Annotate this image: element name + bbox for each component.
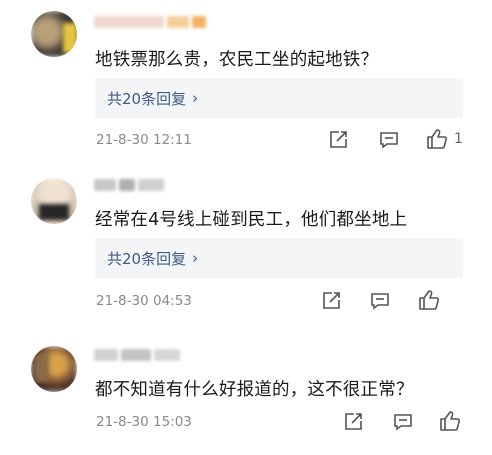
comment-timestamp: 21-8-30 15:03: [96, 414, 192, 430]
chevron-right-icon: ›: [192, 249, 199, 267]
share-icon[interactable]: [320, 290, 342, 312]
comment-text: 地铁票那么贵，农民工坐的起地铁？: [95, 50, 379, 70]
comment-text: 都不知道有什么好报道的，这不很正常？: [95, 380, 414, 400]
username[interactable]: [94, 178, 164, 192]
view-replies-button[interactable]: 共20条回复 ›: [95, 78, 463, 118]
comment-timestamp: 21-8-30 12:11: [96, 132, 192, 148]
comment-icon[interactable]: [378, 129, 400, 151]
reply-count-label: 共20条回复: [107, 89, 187, 108]
comment-text: 经常在4号线上碰到民工，他们都坐地上: [95, 210, 408, 230]
reply-count-label: 共20条回复: [107, 249, 187, 268]
like-icon[interactable]: [439, 410, 461, 432]
view-replies-button[interactable]: 共20条回复 ›: [95, 238, 463, 278]
username[interactable]: [94, 15, 206, 29]
share-icon[interactable]: [342, 411, 364, 433]
like-count: 1: [454, 131, 463, 147]
avatar[interactable]: [31, 178, 77, 224]
share-icon[interactable]: [327, 129, 349, 151]
avatar[interactable]: [31, 11, 77, 57]
like-icon[interactable]: [426, 128, 448, 150]
username[interactable]: [94, 348, 180, 362]
comment-item: 经常在4号线上碰到民工，他们都坐地上 共20条回复 › 21-8-30 04:5…: [0, 160, 492, 320]
comment-icon[interactable]: [392, 411, 414, 433]
avatar[interactable]: [31, 346, 77, 392]
comment-icon[interactable]: [369, 290, 391, 312]
comment-item: 地铁票那么贵，农民工坐的起地铁？ 共20条回复 › 21-8-30 12:11 …: [0, 0, 492, 160]
comment-timestamp: 21-8-30 04:53: [96, 293, 192, 309]
like-icon[interactable]: [418, 289, 440, 311]
chevron-right-icon: ›: [192, 89, 199, 107]
comment-item: 都不知道有什么好报道的，这不很正常？ 21-8-30 15:03: [0, 320, 492, 455]
